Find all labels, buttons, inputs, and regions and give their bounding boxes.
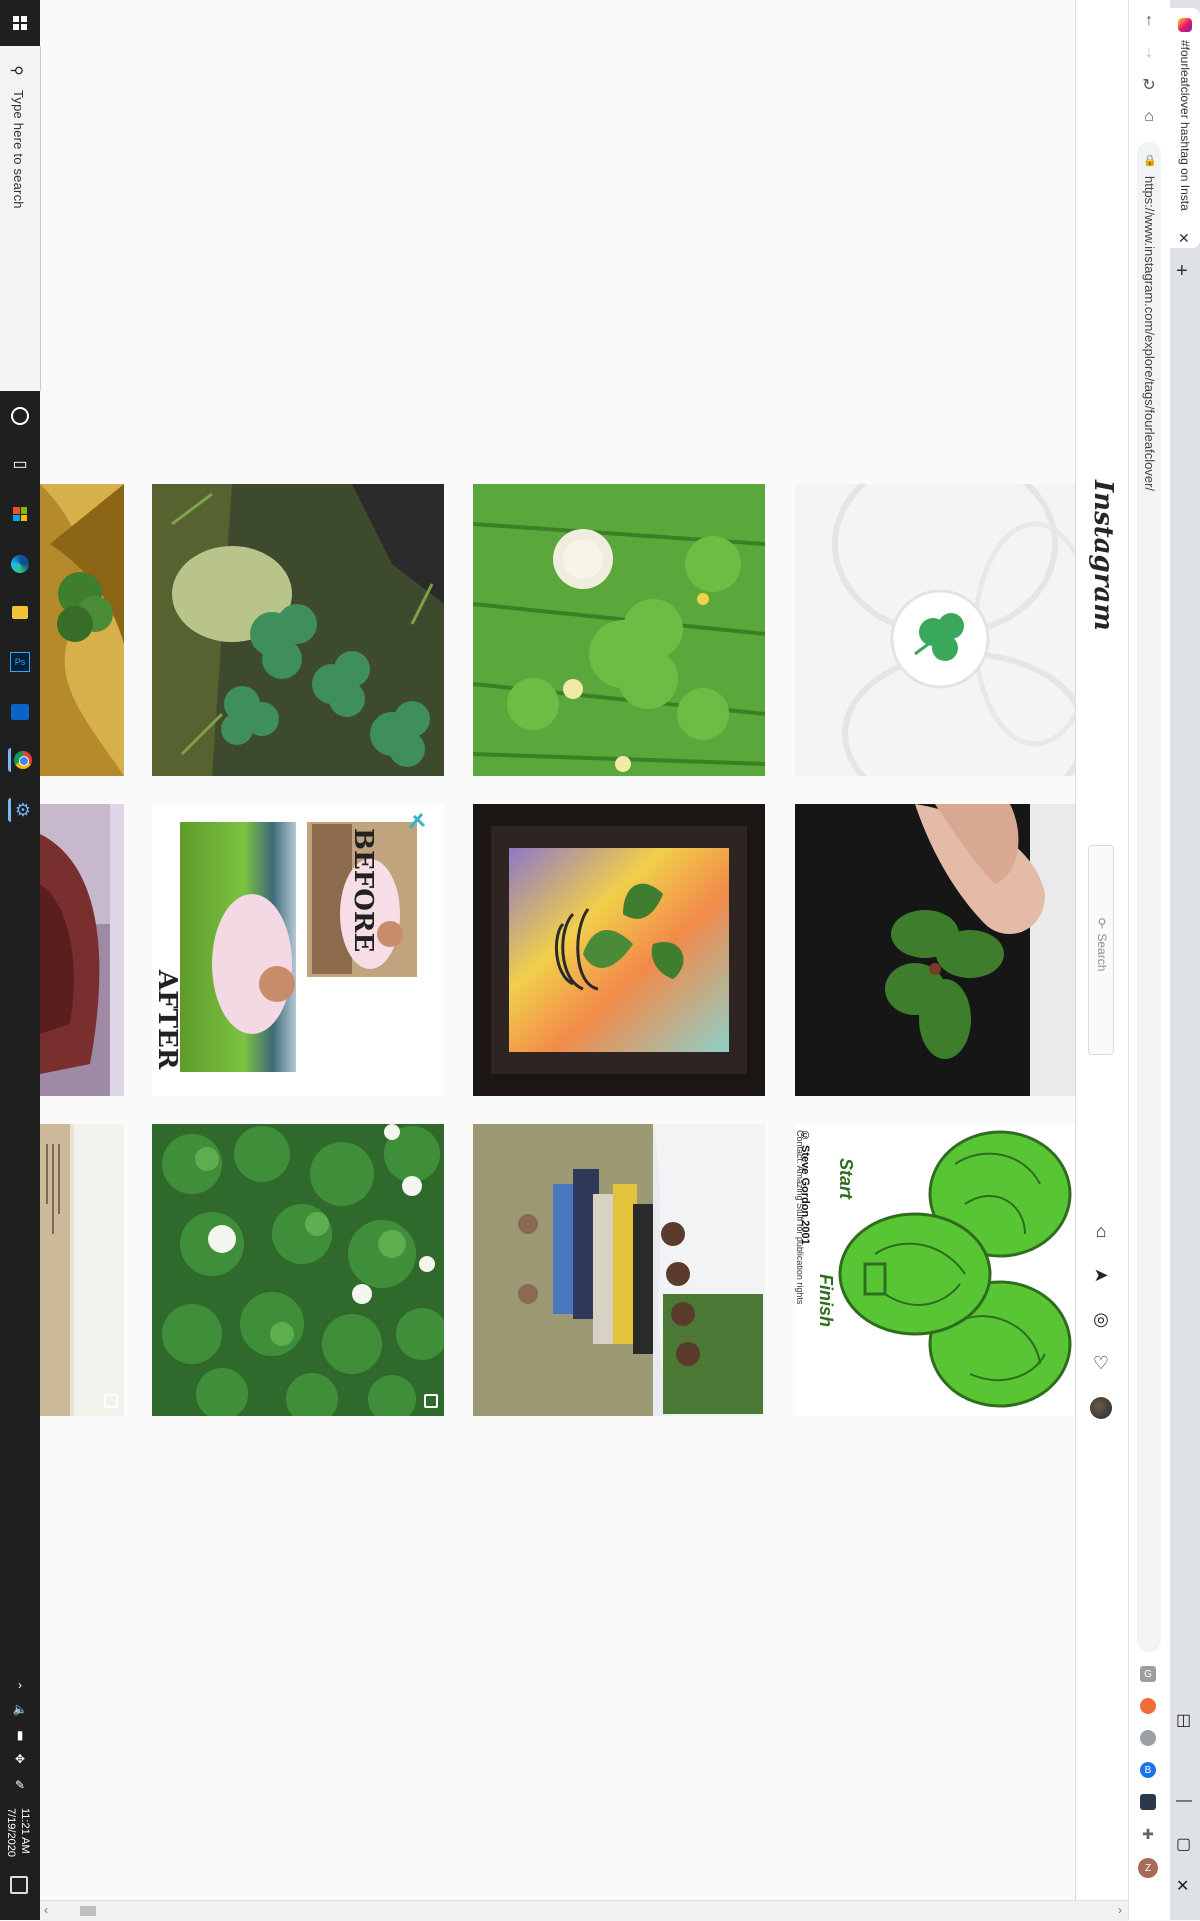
carousel-icon xyxy=(104,1394,118,1408)
profile-z-avatar[interactable]: Z xyxy=(1138,1858,1158,1878)
extension-g-icon[interactable]: G xyxy=(1140,1666,1156,1682)
scroll-left-icon[interactable]: ‹ xyxy=(44,1903,48,1917)
volume-icon[interactable]: 🔈 xyxy=(0,1700,40,1718)
extension-orange-icon[interactable] xyxy=(1140,1698,1156,1714)
post-image xyxy=(473,1124,765,1416)
post-thumbnail[interactable] xyxy=(473,804,765,1096)
post-thumbnail[interactable] xyxy=(795,804,1075,1096)
before-caption: BEFORE xyxy=(348,828,378,953)
minimize-window-icon[interactable]: — xyxy=(1176,1792,1192,1810)
windows-taskbar: ⚲ Type here to search ▭ Ps ⚙ › 🔈 ▮ ✥ ✎ 1… xyxy=(0,0,41,1920)
post-thumbnail[interactable] xyxy=(40,484,124,776)
activity-heart-icon[interactable]: ♡ xyxy=(1090,1352,1112,1374)
after-caption: AFTER xyxy=(152,970,182,1070)
taskbar-clock[interactable]: 11:21 AM 7/19/2020 xyxy=(4,1808,32,1857)
post-thumbnail[interactable] xyxy=(152,484,444,776)
post-thumbnail[interactable]: BEFORE AFTER xyxy=(152,804,444,1096)
instagram-favicon-icon xyxy=(1178,18,1192,32)
search-icon: ⚲ xyxy=(9,65,26,76)
back-arrow-icon[interactable]: ↑ xyxy=(1138,10,1160,32)
post-grid: BEFORE AFTER © Steve Gordon 2001 Contact… xyxy=(40,0,1075,1900)
post-thumbnail[interactable] xyxy=(40,804,124,1096)
photoshop-icon[interactable]: Ps xyxy=(8,650,32,674)
post-image xyxy=(795,484,1075,776)
carousel-icon xyxy=(424,1394,438,1408)
outlook-icon[interactable] xyxy=(8,700,32,724)
start-button[interactable] xyxy=(0,0,40,46)
taskbar-search-placeholder: Type here to search xyxy=(11,90,26,209)
maze-contact: Contact: Amazing Stuff for publication r… xyxy=(795,1130,805,1305)
address-bar-url: https://www.instagram.com/explore/tags/f… xyxy=(1142,176,1157,492)
task-view-icon[interactable]: ▭ xyxy=(8,452,32,476)
post-image xyxy=(473,484,765,776)
post-image xyxy=(152,804,444,1096)
post-image xyxy=(40,484,124,776)
settings-icon[interactable]: ⚙ xyxy=(8,798,35,822)
close-window-icon[interactable]: ✕ xyxy=(1176,1876,1189,1896)
tab-strip xyxy=(1170,0,1200,1920)
post-thumbnail[interactable] xyxy=(152,1124,444,1416)
lock-icon: 🔒 xyxy=(1143,155,1157,167)
post-image xyxy=(473,804,765,1096)
tab-close-icon[interactable]: ✕ xyxy=(1178,230,1190,247)
instagram-search-input[interactable]: ⚲ Search xyxy=(1088,845,1114,1055)
microsoft-store-icon[interactable] xyxy=(8,502,32,526)
horizontal-scrollbar[interactable]: ‹ › xyxy=(40,1900,1128,1921)
clock-date: 7/19/2020 xyxy=(5,1808,17,1857)
scroll-right-icon[interactable]: › xyxy=(1118,1903,1122,1917)
extension-dark-icon[interactable] xyxy=(1140,1794,1156,1810)
tab-title: #fourleafclover hashtag on Insta xyxy=(1178,40,1192,211)
maze-start-label: Start xyxy=(836,1158,856,1200)
scrollbar-thumb[interactable] xyxy=(80,1906,96,1916)
post-thumbnail[interactable] xyxy=(40,1124,124,1416)
taskbar-search-box[interactable]: ⚲ Type here to search xyxy=(0,46,41,391)
forward-arrow-icon[interactable]: ↓ xyxy=(1138,42,1160,64)
home-icon[interactable]: ⌂ xyxy=(1090,1220,1112,1242)
restore-window-icon[interactable]: ◫ xyxy=(1176,1710,1191,1730)
windows-logo-icon xyxy=(13,16,27,30)
post-thumbnail[interactable] xyxy=(473,1124,765,1416)
direct-message-icon[interactable]: ➤ xyxy=(1090,1264,1112,1286)
battery-icon[interactable]: ▮ xyxy=(0,1726,40,1744)
extensions-puzzle-icon[interactable]: ✚ xyxy=(1140,1826,1156,1842)
reload-icon[interactable]: ↻ xyxy=(1138,74,1160,96)
maximize-window-icon[interactable]: ▢ xyxy=(1176,1834,1191,1854)
clock-time: 11:21 AM xyxy=(19,1808,31,1854)
notifications-icon[interactable] xyxy=(10,1876,28,1894)
dropbox-icon[interactable]: ✥ xyxy=(0,1750,40,1768)
post-thumbnail[interactable] xyxy=(473,484,765,776)
post-image xyxy=(152,484,444,776)
post-image xyxy=(40,1124,124,1416)
instagram-search-placeholder: ⚲ Search xyxy=(1095,916,1109,972)
edge-icon[interactable] xyxy=(8,552,32,576)
explore-compass-icon[interactable]: ◎ xyxy=(1090,1308,1112,1330)
extension-b-icon[interactable]: B xyxy=(1140,1762,1156,1778)
chevron-up-icon[interactable]: › xyxy=(0,1676,40,1694)
extension-gray-icon[interactable] xyxy=(1140,1730,1156,1746)
address-bar[interactable]: 🔒 https://www.instagram.com/explore/tags… xyxy=(1137,142,1161,1652)
new-tab-button[interactable]: + xyxy=(1176,260,1188,283)
post-thumbnail[interactable] xyxy=(795,484,1075,776)
instagram-logo[interactable]: Instagram xyxy=(1088,480,1118,631)
profile-avatar[interactable] xyxy=(1090,1397,1112,1419)
post-thumbnail[interactable]: © Steve Gordon 2001 Contact: Amazing Stu… xyxy=(795,1124,1075,1416)
post-image xyxy=(795,804,1075,1096)
chrome-icon[interactable] xyxy=(8,748,35,772)
cortana-icon[interactable] xyxy=(8,404,32,428)
browser-tab-instagram[interactable]: #fourleafclover hashtag on Insta ✕ xyxy=(1170,8,1200,248)
post-image xyxy=(40,804,124,1096)
home-button-icon[interactable]: ⌂ xyxy=(1138,106,1160,128)
maze-finish-label: Finish xyxy=(816,1274,836,1327)
pen-icon[interactable]: ✎ xyxy=(0,1776,40,1794)
file-explorer-icon[interactable] xyxy=(8,600,32,624)
post-image xyxy=(152,1124,444,1416)
